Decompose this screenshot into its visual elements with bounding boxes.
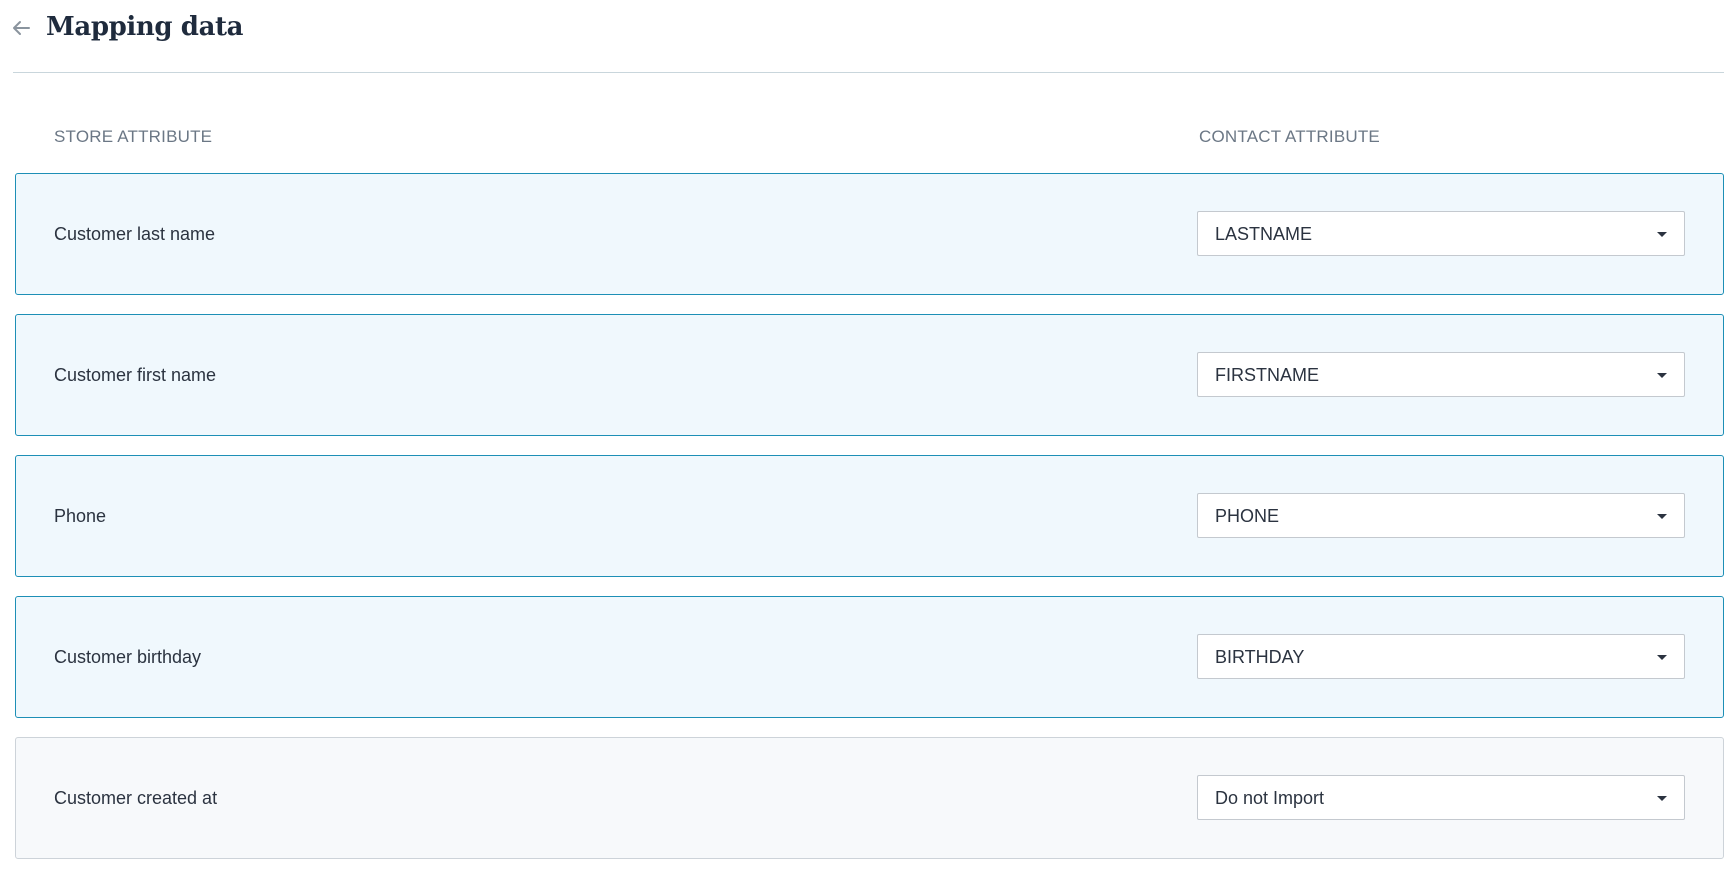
store-attribute-label: Customer last name: [54, 224, 216, 244]
mapping-row-customer-created-at: Customer created at Do not Import: [15, 737, 1724, 859]
mapping-row-customer-birthday: Customer birthday BIRTHDAY: [15, 596, 1724, 718]
select-value: PHONE: [1215, 505, 1280, 526]
caret-down-icon: [1657, 513, 1667, 519]
store-attribute-label: Phone: [54, 506, 107, 526]
contact-attribute-select[interactable]: Do not Import: [1197, 775, 1685, 820]
caret-down-icon: [1657, 795, 1667, 801]
contact-attribute-select[interactable]: PHONE: [1197, 493, 1685, 538]
contact-attribute-select[interactable]: BIRTHDAY: [1197, 634, 1685, 679]
page-header: Mapping data: [0, 0, 1736, 72]
store-attribute-label: Customer birthday: [54, 647, 202, 667]
store-attribute-label: Customer created at: [54, 788, 218, 808]
back-arrow-icon[interactable]: [10, 17, 32, 39]
contact-attribute-column-header: CONTACT ATTRIBUTE: [1199, 127, 1380, 146]
store-attribute-label: Customer first name: [54, 365, 217, 385]
mapping-list: Customer last name LASTNAME Customer fir…: [15, 173, 1724, 878]
page-title: Mapping data: [46, 12, 244, 42]
select-value: BIRTHDAY: [1215, 646, 1305, 667]
select-value: FIRSTNAME: [1215, 364, 1320, 385]
caret-down-icon: [1657, 372, 1667, 378]
header-divider: [13, 72, 1724, 73]
select-value: LASTNAME: [1215, 223, 1313, 244]
select-value: Do not Import: [1215, 787, 1325, 808]
mapping-row-customer-last-name: Customer last name LASTNAME: [15, 173, 1724, 295]
mapping-row-customer-first-name: Customer first name FIRSTNAME: [15, 314, 1724, 436]
mapping-row-phone: Phone PHONE: [15, 455, 1724, 577]
contact-attribute-select[interactable]: FIRSTNAME: [1197, 352, 1685, 397]
caret-down-icon: [1657, 231, 1667, 237]
store-attribute-column-header: STORE ATTRIBUTE: [54, 127, 213, 146]
contact-attribute-select[interactable]: LASTNAME: [1197, 211, 1685, 256]
caret-down-icon: [1657, 654, 1667, 660]
